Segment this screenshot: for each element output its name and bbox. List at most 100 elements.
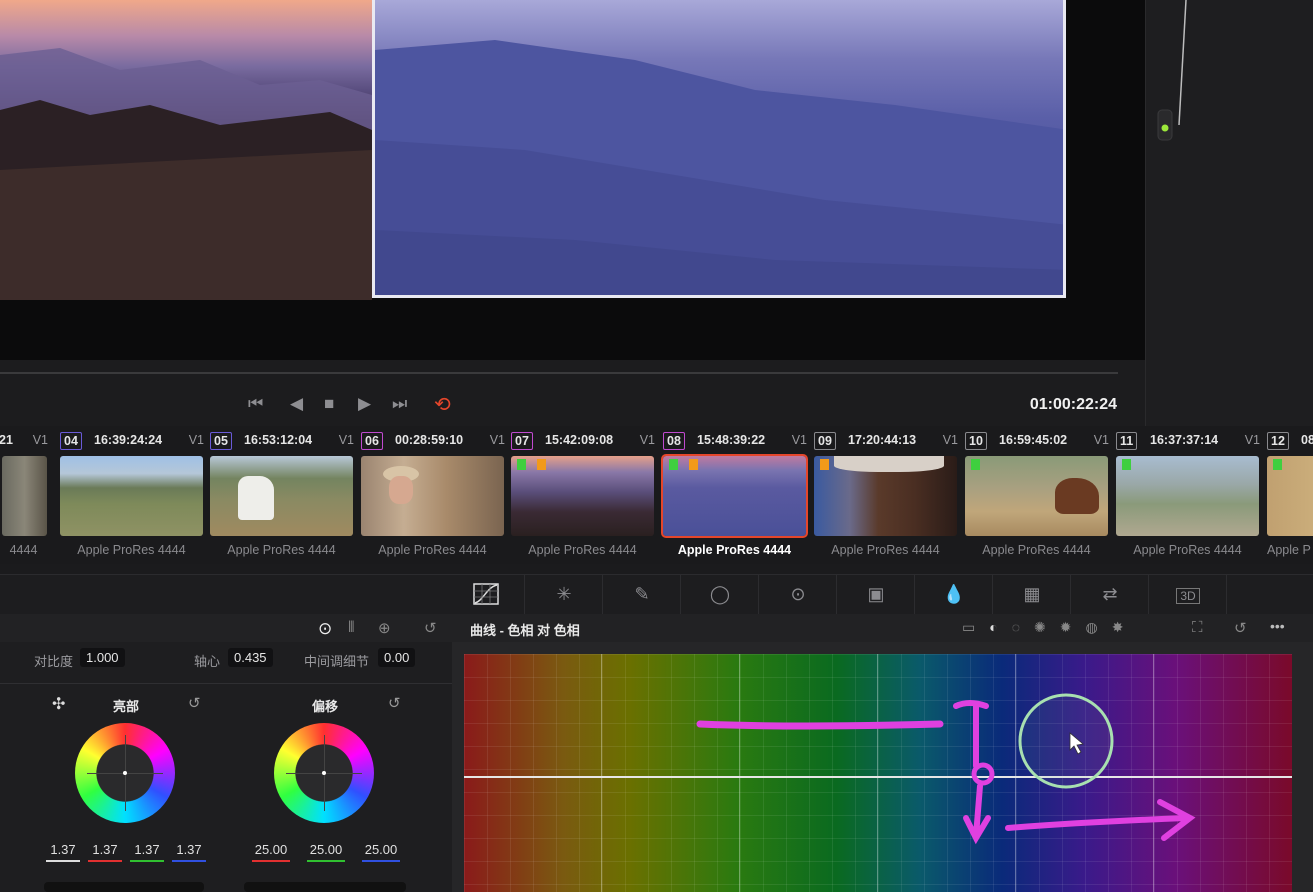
orange-marker-icon <box>537 459 546 470</box>
clip-number: 10 <box>965 432 987 450</box>
clip-thumbnail[interactable]: 12 08 Apple P <box>1267 426 1313 564</box>
window-tool-button[interactable]: ◯ <box>682 575 759 615</box>
clip-track: V1 <box>1093 433 1109 447</box>
green-flag-icon <box>1273 459 1282 470</box>
clip-thumbnail-image <box>60 456 203 536</box>
clip-thumbnail-image <box>661 454 808 538</box>
clip-codec: Apple ProRes 4444 <box>528 543 637 557</box>
qualifier-tool-button[interactable]: ✎ <box>604 575 681 615</box>
clip-number: 08 <box>663 432 685 450</box>
clip-thumbnail[interactable]: 05 16:53:12:04 V1 Apple ProRes 4444 <box>210 426 356 564</box>
curves-tool-button[interactable] <box>448 575 525 615</box>
clip-codec: Apple ProRes 4444 <box>77 543 186 557</box>
magic-mask-tool-button[interactable]: ▣ <box>838 575 915 615</box>
clip-number: 06 <box>361 432 383 450</box>
clip-timecode: 08 <box>1301 433 1313 447</box>
clip-thumbnail[interactable]: 04 16:39:24:24 V1 Apple ProRes 4444 <box>60 426 206 564</box>
hue-vs-sat-icon[interactable]: ◌ <box>1012 619 1034 635</box>
hue-vs-hue-icon[interactable]: ◐ <box>989 619 1011 635</box>
lum-vs-sat-icon[interactable]: ✹ <box>1060 619 1086 635</box>
blur-tool-button[interactable]: 💧 <box>916 575 993 615</box>
clip-number: 07 <box>511 432 533 450</box>
key-tool-button[interactable]: ▦ <box>994 575 1071 615</box>
gain-b-value[interactable]: 1.37 <box>166 842 212 862</box>
3d-tool-button[interactable]: 3D <box>1150 575 1227 615</box>
clip-thumbnail[interactable]: 09 17:20:44:13 V1 Apple ProRes 4444 <box>814 426 960 564</box>
green-flag-icon <box>517 459 526 470</box>
green-flag-icon <box>669 459 678 470</box>
clip-number: 12 <box>1267 432 1289 450</box>
curves-panel-title: 曲线 - 色相 对 色相 <box>470 623 580 638</box>
offset-r-value[interactable]: 25.00 <box>246 842 296 862</box>
primaries-values: 1.37 1.37 1.37 1.37 25.00 25.00 25.00 <box>0 614 452 892</box>
tracker-tool-button[interactable]: ⊙ <box>760 575 837 615</box>
clip-thumbnail[interactable]: 11 16:37:37:14 V1 Apple ProRes 4444 <box>1116 426 1262 564</box>
previous-frame-button[interactable]: ◀ <box>290 394 303 414</box>
offset-b-value[interactable]: 25.00 <box>356 842 406 862</box>
eyedropper-icon: ✎ <box>634 584 650 604</box>
clip-track: V1 <box>489 433 505 447</box>
play-button[interactable]: ▶ <box>358 394 371 414</box>
clip-track: V1 <box>188 433 204 447</box>
go-to-last-frame-button[interactable]: ⏭ <box>392 394 407 414</box>
clip-track: V1 <box>338 433 354 447</box>
source-viewer-image <box>0 0 372 300</box>
clip-codec: Apple ProRes 4444 <box>982 543 1091 557</box>
window-icon: ◯ <box>709 584 731 604</box>
orange-marker-icon <box>689 459 698 470</box>
clip-thumbnail-selected[interactable]: 08 15:48:39:22 V1 Apple ProRes 4444 <box>661 426 809 564</box>
clip-thumbnail-image <box>814 456 957 536</box>
sizing-tool-button[interactable]: ⇄ <box>1072 575 1149 615</box>
more-options-icon[interactable]: ••• <box>1270 618 1285 634</box>
clip-number: 21 <box>0 433 13 447</box>
clip-timecode: 16:39:24:24 <box>94 433 163 447</box>
gain-y-value[interactable]: 1.37 <box>40 842 86 862</box>
clip-timecode: 00:28:59:10 <box>395 433 464 447</box>
clip-thumbnail-image <box>361 456 504 536</box>
clip-thumbnail[interactable]: 06 00:28:59:10 V1 Apple ProRes 4444 <box>361 426 507 564</box>
offset-g-value[interactable]: 25.00 <box>301 842 351 862</box>
clip-number: 04 <box>60 432 82 450</box>
clip-thumbnail-image <box>2 456 47 536</box>
current-viewer-image <box>372 0 1066 298</box>
clip-track: V1 <box>32 433 48 447</box>
clip-thumbnail-image <box>511 456 654 536</box>
clip-codec: Apple ProRes 4444 <box>1133 543 1242 557</box>
key-icon: ▦ <box>1023 584 1041 604</box>
custom-curve-icon[interactable]: ▭ <box>962 619 989 635</box>
clip-thumbnail-timeline: 21 V1 4444 04 16:39:24:24 V1 Apple ProRes 4… <box>0 426 1313 564</box>
palette-toolbar: ✳ ✎ ◯ ⊙ ▣ 💧 ▦ ⇄ 3D <box>0 574 1313 615</box>
blur-icon: 💧 <box>942 584 966 604</box>
clip-timecode: 17:20:44:13 <box>848 433 917 447</box>
clip-codec: Apple P <box>1267 543 1311 557</box>
green-flag-icon <box>971 459 980 470</box>
green-flag-icon <box>1122 459 1131 470</box>
clip-track: V1 <box>791 433 807 447</box>
clip-thumbnail-image <box>1116 456 1259 536</box>
gain-g-value[interactable]: 1.37 <box>124 842 170 862</box>
curve-mode-icons: ▭◐◌✺✹◍✸ <box>962 619 1252 637</box>
clip-thumbnail[interactable]: 07 15:42:09:08 V1 Apple ProRes 4444 <box>511 426 657 564</box>
node-editor-panel[interactable] <box>1145 0 1313 440</box>
loop-button[interactable]: ⟲ <box>434 392 451 417</box>
clip-thumbnail-image <box>965 456 1108 536</box>
sat-vs-sat-icon[interactable]: ◍ <box>1086 619 1112 635</box>
curve-reset-icon[interactable]: ↺ <box>1234 619 1247 637</box>
clip-thumbnail[interactable]: 21 V1 4444 <box>0 426 50 564</box>
expand-icon[interactable]: ⛶ <box>1192 619 1203 636</box>
gain-jog-wheel[interactable] <box>44 882 204 892</box>
warper-icon: ✳ <box>556 584 572 604</box>
warper-tool-button[interactable]: ✳ <box>526 575 603 615</box>
gain-r-value[interactable]: 1.37 <box>82 842 128 862</box>
offset-jog-wheel[interactable] <box>244 882 406 892</box>
stop-button[interactable]: ■ <box>324 394 334 414</box>
clip-codec: Apple ProRes 4444 <box>677 543 792 557</box>
orange-marker-icon <box>820 459 829 470</box>
hue-vs-lum-icon[interactable]: ✺ <box>1034 619 1060 635</box>
clip-timecode: 16:59:45:02 <box>999 433 1068 447</box>
clip-thumbnail[interactable]: 10 16:59:45:02 V1 Apple ProRes 4444 <box>965 426 1111 564</box>
scrub-bar[interactable] <box>0 372 1118 374</box>
annotation-overlay <box>696 693 1196 845</box>
sat-vs-lum-icon[interactable]: ✸ <box>1112 619 1138 635</box>
go-to-first-frame-button[interactable]: ⏮ <box>248 394 263 414</box>
